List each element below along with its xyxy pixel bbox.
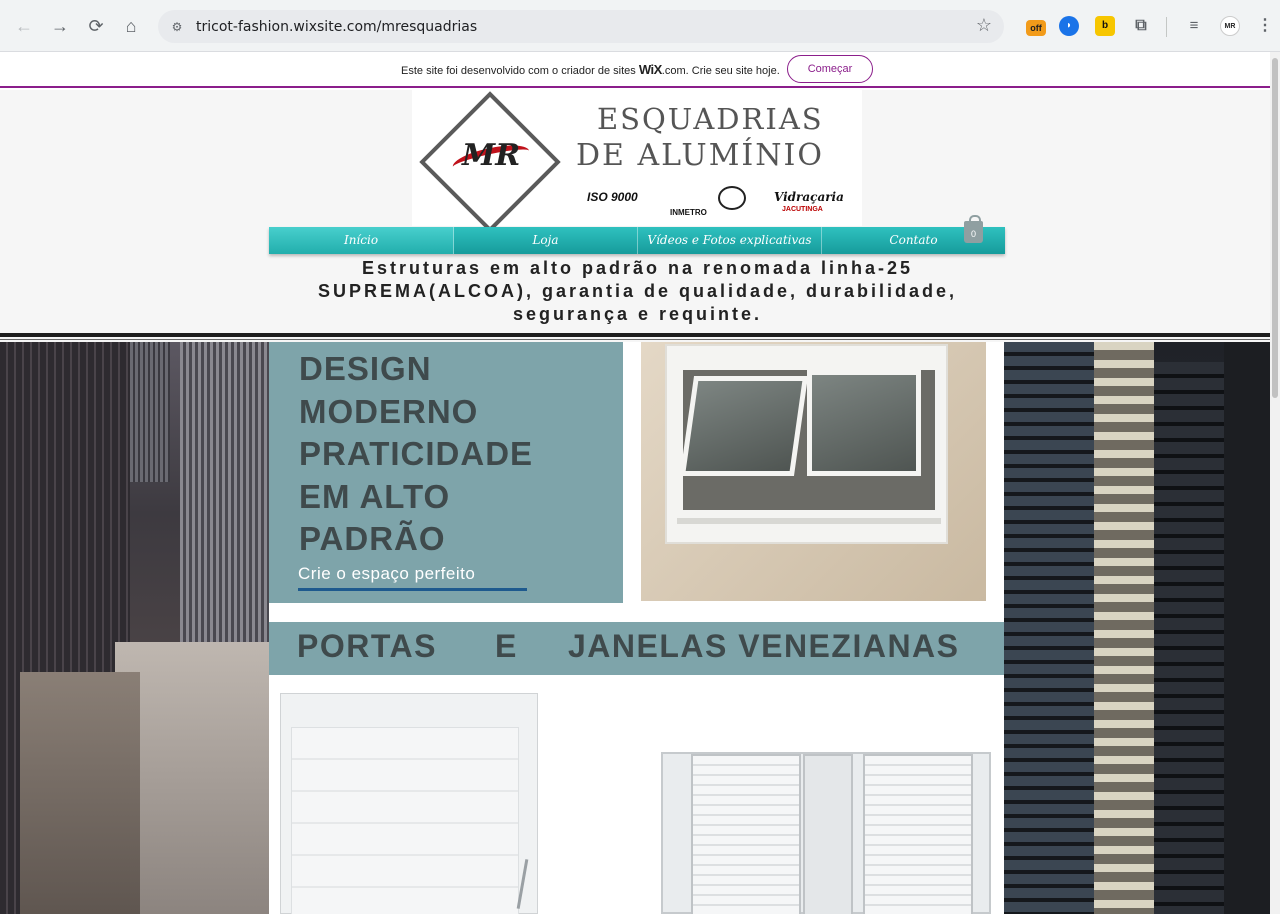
page-scrollbar[interactable] <box>1270 52 1280 914</box>
band-word-e: E <box>495 628 518 664</box>
hero-title-line: DESIGN <box>299 350 432 387</box>
hero-subtitle-link[interactable]: Crie o espaço perfeito <box>298 564 475 584</box>
home-icon[interactable]: ⌂ <box>118 13 144 39</box>
off-extension-icon[interactable]: off <box>1026 20 1046 36</box>
inmetro-seal: INMETRO <box>670 208 707 217</box>
wix-banner-text-after: .com. Crie seu site hoje. <box>661 65 780 77</box>
vidracaria-city: JACUTINGA <box>782 206 823 213</box>
shutter-window-product-image[interactable] <box>661 742 993 914</box>
header-divider-thin <box>0 339 1270 340</box>
hero-underline <box>298 588 527 591</box>
site-info-icon[interactable]: ⚙ <box>168 18 186 36</box>
extensions-puzzle-icon[interactable]: ⧉ <box>1131 16 1151 36</box>
abnt-seal-icon <box>718 186 746 210</box>
section-band: PORTAS E JANELAS VENEZIANAS <box>269 622 1004 675</box>
shazam-extension-icon[interactable]: ◗ <box>1059 16 1079 36</box>
forward-icon[interactable]: → <box>47 13 73 39</box>
logo-mark: MR <box>462 138 521 173</box>
main-nav: Início Loja Vídeos e Fotos explicativas … <box>269 227 1005 254</box>
profile-avatar[interactable]: MR <box>1220 16 1240 36</box>
logo-title-line2: DE ALUMÍNIO <box>576 138 824 173</box>
hero-title-line: EM ALTO <box>299 477 451 515</box>
band-word-janelas: JANELAS VENEZIANAS <box>568 628 960 664</box>
window-photo <box>665 344 948 544</box>
wix-ad-banner: Este site foi desenvolvido com o criador… <box>0 52 1270 88</box>
page-body: MR ESQUADRIAS DE ALUMÍNIO ISO 9000 INMET… <box>0 90 1270 914</box>
vidracaria-seal: Vidraçaria <box>774 190 844 204</box>
site-tagline: Estruturas em alto padrão na renomada li… <box>317 258 958 324</box>
content-column: DESIGN MODERNO PRATICIDADE EM ALTO PADRÃ… <box>269 342 1004 914</box>
scrollbar-thumb[interactable] <box>1272 58 1278 398</box>
cart-icon[interactable]: 0 <box>964 215 983 243</box>
site-logo[interactable]: MR ESQUADRIAS DE ALUMÍNIO ISO 9000 INMET… <box>412 90 862 233</box>
bookmark-star-icon[interactable]: ☆ <box>976 15 992 36</box>
b-extension-icon[interactable]: b <box>1095 16 1115 36</box>
wix-brand: WiX <box>638 62 662 77</box>
window-slideshow[interactable]: ‹ › <box>641 342 986 601</box>
wix-banner-text-before: Este site foi desenvolvido com o criador… <box>401 65 636 77</box>
band-word-portas: PORTAS <box>297 628 437 664</box>
background-city-left <box>0 342 269 914</box>
back-icon[interactable]: ← <box>11 13 37 39</box>
comecar-button[interactable]: Começar <box>787 55 873 83</box>
slide-prev-icon[interactable]: ‹ <box>641 466 645 482</box>
hero-title-line: PADRÃO <box>299 520 446 557</box>
reload-icon[interactable]: ⟳ <box>83 13 109 39</box>
nav-inicio[interactable]: Início <box>269 227 454 254</box>
wix-banner-text: Este site foi desenvolvido com o criador… <box>401 62 780 77</box>
header-divider <box>0 333 1270 337</box>
hero-title-line: MODERNO <box>299 392 479 430</box>
iso-9000-seal: ISO 9000 <box>587 190 638 204</box>
more-menu-icon[interactable]: ⋮ <box>1255 16 1275 36</box>
browser-toolbar: ← → ⟳ ⌂ ⚙ tricot-fashion.wixsite.com/mre… <box>0 0 1280 52</box>
url-text[interactable]: tricot-fashion.wixsite.com/mresquadrias <box>196 19 477 35</box>
background-city-right <box>1004 342 1270 914</box>
hero-title: DESIGN MODERNO PRATICIDADE EM ALTO PADRÃ… <box>299 348 533 561</box>
address-bar[interactable]: ⚙ tricot-fashion.wixsite.com/mresquadria… <box>158 10 1004 43</box>
hero-box: DESIGN MODERNO PRATICIDADE EM ALTO PADRÃ… <box>269 342 623 603</box>
nav-videos-fotos[interactable]: Vídeos e Fotos explicativas <box>638 227 822 254</box>
logo-title-line1: ESQUADRIAS <box>597 102 824 136</box>
toolbar-separator <box>1166 17 1167 37</box>
hero-title-line: PRATICIDADE <box>299 435 534 472</box>
door-product-image[interactable] <box>280 693 538 914</box>
nav-loja[interactable]: Loja <box>454 227 638 254</box>
media-control-icon[interactable]: ≡ <box>1184 16 1204 36</box>
